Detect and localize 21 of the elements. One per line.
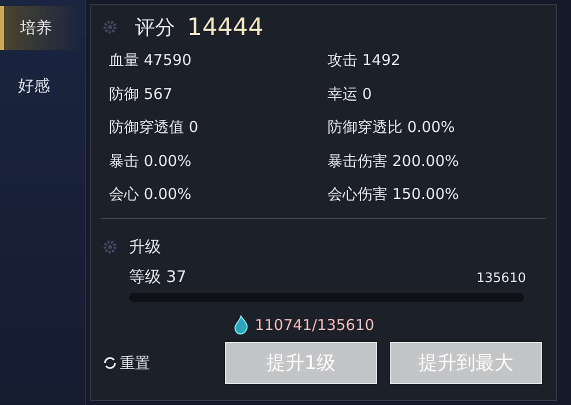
stat-text: 血量 47590 bbox=[109, 50, 192, 71]
stat-text: 暴击伤害 200.00% bbox=[328, 150, 460, 172]
reset-button[interactable]: 重置 bbox=[101, 352, 211, 374]
stat-text: 防御穿透比 0.00% bbox=[328, 117, 456, 138]
level-label: 等级 37 bbox=[129, 266, 186, 288]
stat-text: 防御穿透值 0 bbox=[109, 117, 200, 138]
gear-icon bbox=[103, 20, 117, 34]
stat-text: 幸运 0 bbox=[328, 84, 373, 104]
refresh-icon bbox=[103, 356, 117, 370]
gear-icon bbox=[103, 240, 117, 254]
cost-text: 110741/135610 bbox=[254, 314, 374, 336]
stat-text: 会心伤害 150.00% bbox=[328, 184, 460, 205]
stat-text: 会心 0.00% bbox=[109, 184, 192, 205]
score-label: 评分 bbox=[135, 14, 175, 41]
section-title: 升级 bbox=[129, 236, 161, 258]
stat-text: 暴击 0.00% bbox=[109, 150, 192, 172]
required-value: 135610 bbox=[476, 270, 526, 288]
stat-text: 防御 567 bbox=[109, 84, 174, 104]
side-tab[interactable]: 好感 bbox=[0, 64, 80, 108]
score-value: 14444 bbox=[187, 12, 264, 43]
stat-text: 攻击 1492 bbox=[328, 50, 402, 71]
